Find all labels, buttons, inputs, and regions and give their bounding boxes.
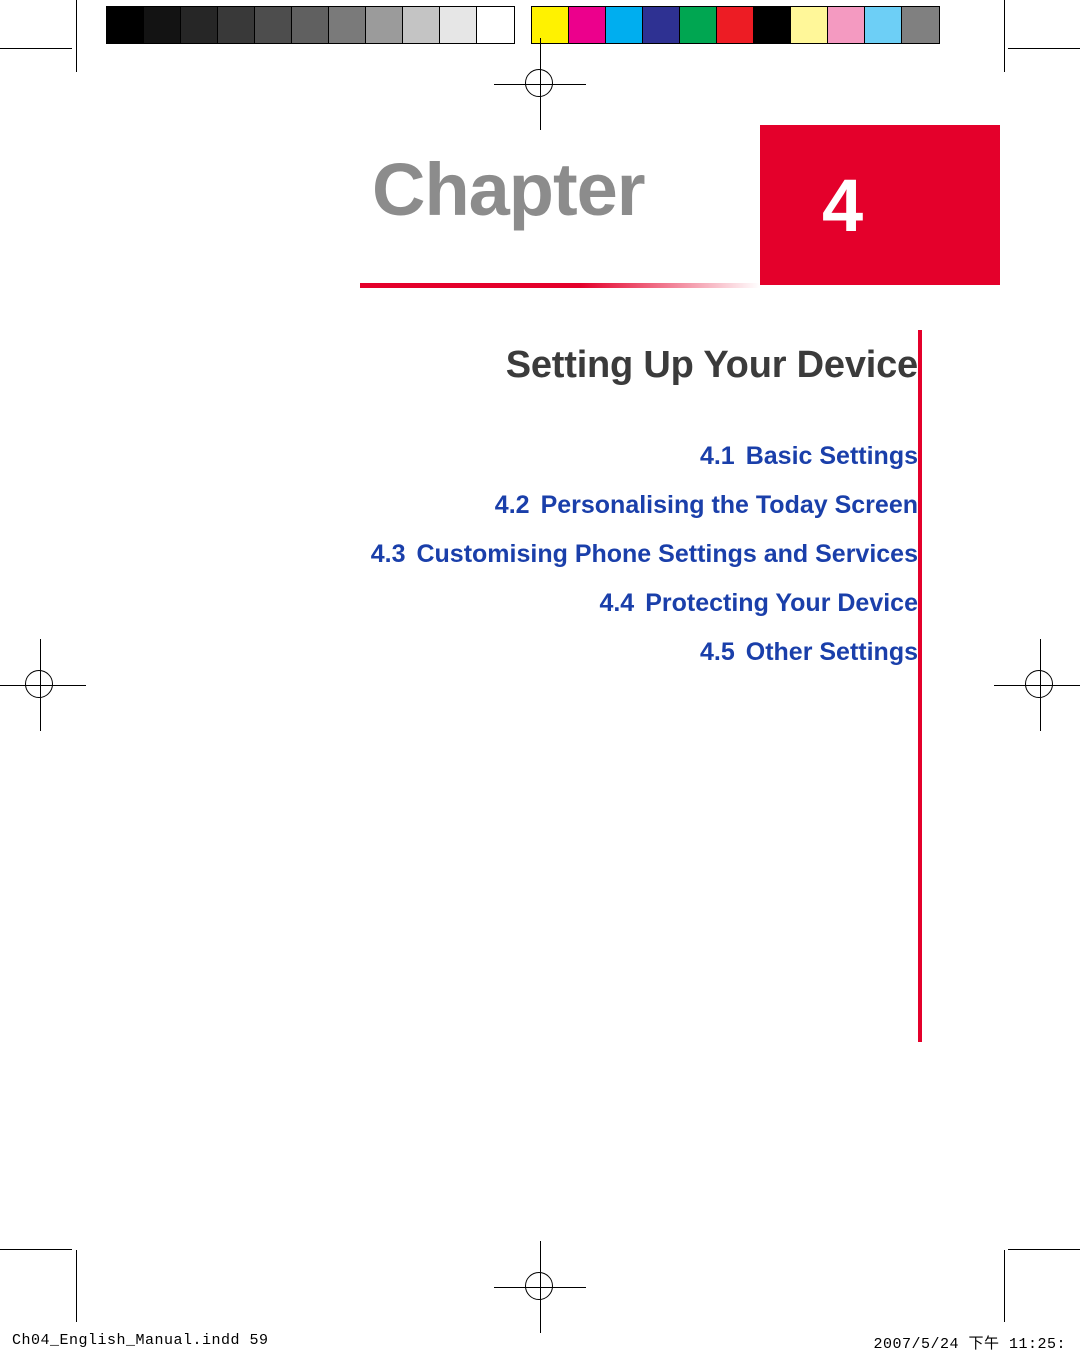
right-vertical-rule [918,330,922,1042]
chroma-swatch [569,7,606,43]
toc-number: 4.4 [599,589,635,617]
list-item: 4.2 Personalising the Today Screen [158,481,918,530]
toc-number: 4.1 [699,442,735,470]
registration-mark-bottom-center [494,1241,586,1333]
crop-mark-top-left-horizontal [0,48,72,49]
grayscale-swatch [403,7,440,43]
grayscale-swatch [255,7,292,43]
chroma-swatch [532,7,569,43]
crop-mark-bottom-right-horizontal [1008,1249,1080,1250]
chroma-swatch [791,7,828,43]
page-title: Setting Up Your Device [505,344,918,386]
chroma-swatch [717,7,754,43]
grayscale-swatch [107,7,144,43]
toc-label: Customising Phone Settings and Services [416,540,918,568]
chroma-swatch [680,7,717,43]
chapter-header: Chapter 4 [360,125,1000,288]
chroma-bar [531,6,940,44]
registration-mark-right-center [994,639,1080,731]
grayscale-swatch [292,7,329,43]
grayscale-swatch [144,7,181,43]
grayscale-swatch [366,7,403,43]
toc-number: 4.5 [699,638,735,666]
chapter-number-label: 4 [822,163,864,247]
list-item: 4.3 Customising Phone Settings and Servic… [158,530,918,579]
registration-mark-top-center [494,38,586,130]
chroma-swatch [754,7,791,43]
crop-mark-top-right-horizontal [1008,48,1080,49]
crop-mark-top-right-vertical [1004,0,1005,72]
grayscale-swatch [218,7,255,43]
list-item: 4.1 Basic Settings [158,432,918,481]
chapter-contents-list: 4.1 Basic Settings 4.2 Personalising the T… [158,432,918,677]
grayscale-swatch [477,7,514,43]
chapter-underline-rule [360,283,760,288]
grayscale-swatch [440,7,477,43]
chroma-swatch [865,7,902,43]
footer-timestamp: 2007/5/24 下午 11:25: [873,1336,1066,1353]
crop-mark-bottom-left-horizontal [0,1249,72,1250]
crop-mark-bottom-right-vertical [1004,1250,1005,1322]
toc-label: Protecting Your Device [645,589,918,617]
toc-number: 4.3 [370,540,406,568]
grayscale-swatch [329,7,366,43]
footer: Ch04_English_Manual.indd 59 2007/5/24 下午… [0,1332,1080,1358]
toc-label: Other Settings [745,638,918,666]
chroma-swatch [902,7,939,43]
list-item: 4.5 Other Settings [158,628,918,677]
chroma-swatch [606,7,643,43]
chapter-word-label: Chapter [372,148,646,231]
toc-label: Basic Settings [745,442,918,470]
grayscale-bar [106,6,515,44]
list-item: 4.4 Protecting Your Device [158,579,918,628]
registration-mark-left-center [0,639,86,731]
grayscale-swatch [181,7,218,43]
chroma-swatch [828,7,865,43]
crop-mark-bottom-left-vertical [76,1250,77,1322]
footer-filename: Ch04_English_Manual.indd 59 [12,1332,269,1349]
chroma-swatch [643,7,680,43]
toc-number: 4.2 [494,491,530,519]
toc-label: Personalising the Today Screen [540,491,918,519]
crop-mark-top-left-vertical [76,0,77,72]
print-color-calibration-bars [106,6,940,46]
